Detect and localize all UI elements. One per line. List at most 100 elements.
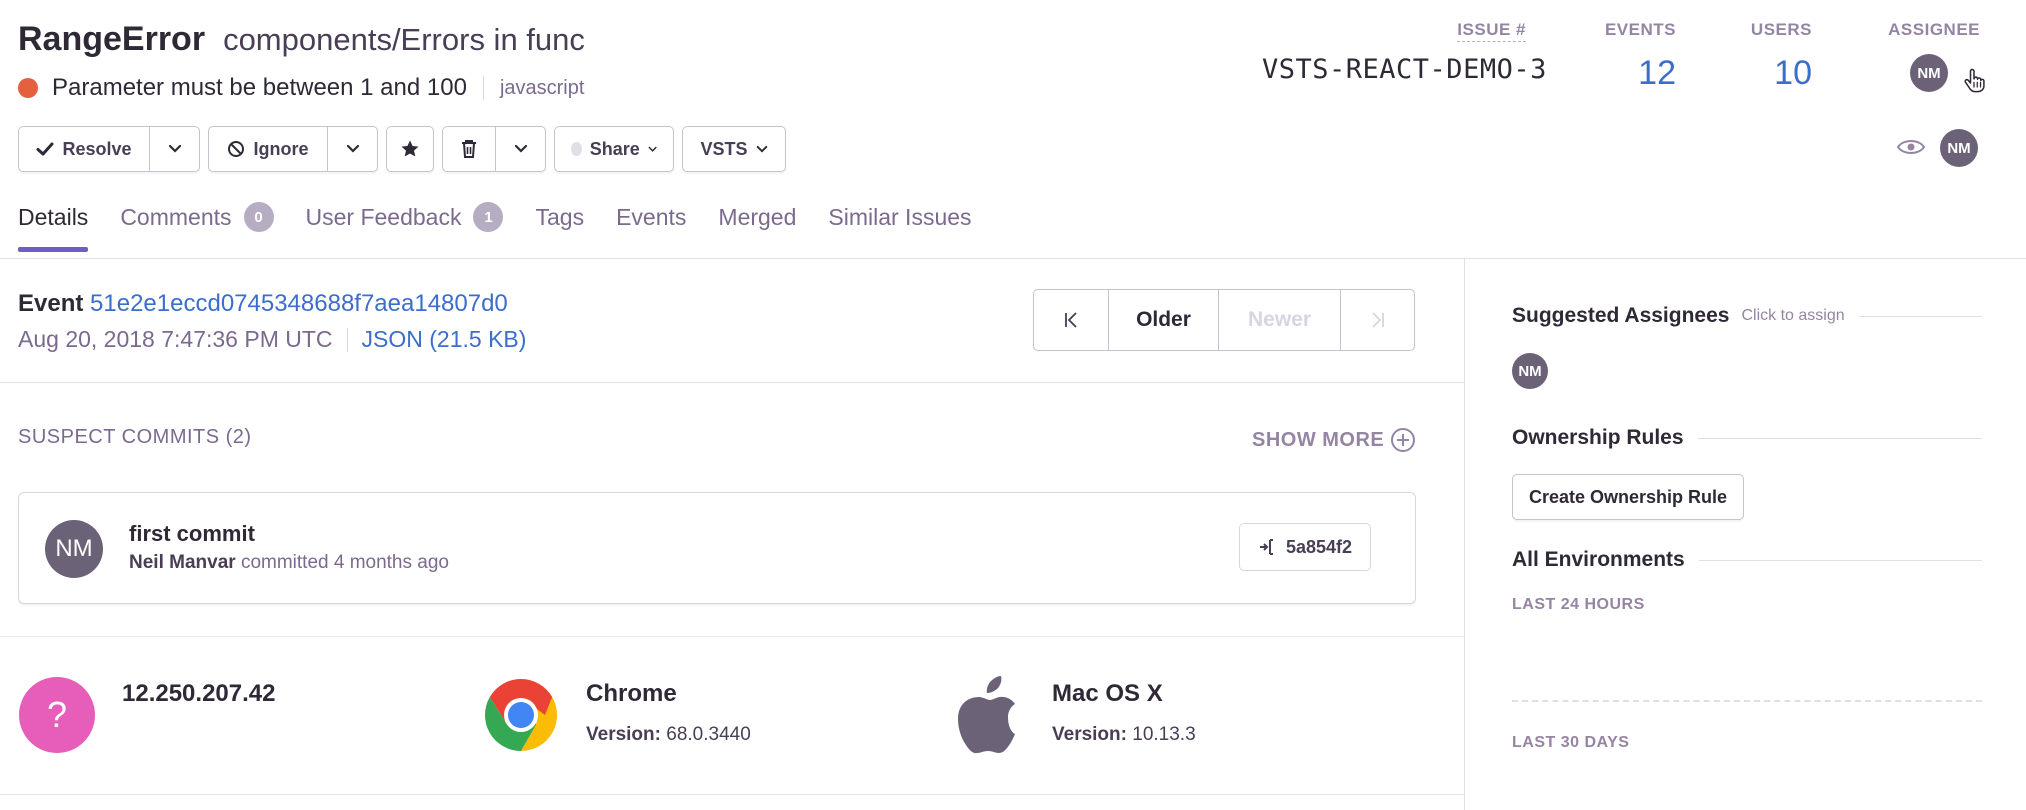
event-header: Event 51e2e1eccd0745348688f7aea14807d0 A…	[18, 290, 526, 353]
chevron-down-icon	[648, 146, 657, 152]
tab-label: Comments	[120, 203, 232, 230]
section-divider	[0, 382, 1464, 383]
create-ownership-rule-button[interactable]: Create Ownership Rule	[1512, 474, 1745, 520]
sidebar-divider	[1464, 259, 1465, 810]
bookmark-button[interactable]	[387, 127, 433, 171]
commit-author-avatar: NM	[45, 520, 103, 578]
show-more-button[interactable]: SHOW MORE	[1252, 427, 1416, 453]
suggested-assignees-header: Suggested Assignees Click to assign	[1512, 304, 1982, 328]
subscriber-avatar[interactable]: NM	[1940, 129, 1978, 167]
browser-context: Chrome Version: 68.0.3440	[482, 676, 751, 754]
tab-details[interactable]: Details	[18, 202, 89, 252]
last-page-icon	[1371, 312, 1384, 328]
delete-button[interactable]	[443, 127, 495, 171]
event-pager: Older Newer	[1033, 289, 1415, 351]
issue-title: RangeError components/Errors in func	[18, 20, 585, 59]
ignore-label: Ignore	[253, 138, 309, 159]
older-label: Older	[1136, 308, 1191, 331]
environments-title: All Environments	[1512, 548, 1685, 571]
ignore-dropdown-button[interactable]	[327, 127, 377, 171]
vsts-label: VSTS	[700, 138, 748, 159]
tab-label: Events	[616, 203, 687, 230]
commit-time: committed 4 months ago	[240, 552, 449, 573]
events-count[interactable]: 12	[1580, 54, 1676, 93]
commit-sha: 5a854f2	[1286, 536, 1353, 557]
older-event-button[interactable]: Older	[1108, 290, 1218, 350]
issue-message-row: Parameter must be between 1 and 100 java…	[18, 74, 584, 102]
share-button[interactable]: Share	[555, 127, 673, 171]
tabs-divider	[0, 258, 2026, 259]
suspect-commits-title: SUSPECT COMMITS (2)	[18, 426, 252, 448]
share-status-icon	[571, 142, 582, 156]
tab-merged[interactable]: Merged	[718, 202, 796, 250]
version-label: Version:	[1052, 724, 1127, 745]
share-label: Share	[589, 138, 640, 159]
vsts-button[interactable]: VSTS	[683, 127, 785, 171]
browser-name: Chrome	[586, 680, 677, 707]
divider	[482, 76, 484, 100]
chevron-down-icon	[168, 144, 181, 153]
ignore-button[interactable]: Ignore	[209, 127, 327, 171]
error-culprit: components/Errors in func	[223, 22, 585, 57]
platform-label: javascript	[499, 76, 585, 99]
tab-tags[interactable]: Tags	[535, 202, 584, 250]
oldest-event-button[interactable]	[1034, 290, 1108, 350]
divider	[1698, 559, 1982, 561]
delete-button-group	[442, 126, 546, 172]
tab-label: User Feedback	[305, 203, 462, 230]
empty-graph-baseline	[1512, 700, 1982, 702]
os-name: Mac OS X	[1052, 680, 1163, 707]
ignore-icon	[228, 141, 245, 157]
tab-label: Details	[18, 203, 89, 230]
ignore-button-group: Ignore	[208, 126, 378, 172]
star-icon	[401, 140, 419, 157]
suggested-assignees-title: Suggested Assignees	[1512, 304, 1730, 327]
commit-sha-button[interactable]: 5a854f2	[1239, 523, 1372, 571]
resolve-button-group: Resolve	[18, 126, 200, 172]
assignee-stat: ASSIGNEE	[1880, 20, 1980, 40]
eye-icon[interactable]	[1896, 136, 1926, 158]
unknown-user-icon: ?	[19, 677, 95, 753]
chevron-down-icon	[756, 145, 767, 153]
click-to-assign-hint: Click to assign	[1741, 307, 1845, 324]
issue-number-value: VSTS-REACT-DEMO-3	[1262, 54, 1547, 85]
ownership-rules-header: Ownership Rules	[1512, 426, 1982, 450]
event-id-link[interactable]: 51e2e1eccd0745348688f7aea14807d0	[90, 290, 508, 317]
tab-similar-issues[interactable]: Similar Issues	[828, 202, 971, 250]
tab-events[interactable]: Events	[616, 202, 686, 250]
section-divider	[0, 794, 1464, 795]
json-link[interactable]: JSON (21.5 KB)	[362, 326, 527, 353]
comments-count-badge: 0	[243, 202, 274, 232]
resolve-dropdown-button[interactable]	[149, 127, 199, 171]
commit-author: Neil Manvar	[129, 552, 236, 573]
chevron-down-icon	[514, 144, 527, 153]
feedback-count-badge: 1	[473, 202, 504, 232]
issue-actions: Resolve Ignore Share VSTS	[18, 126, 786, 172]
tab-comments[interactable]: Comments 0	[120, 202, 274, 250]
suggested-assignee-avatar[interactable]: NM	[1512, 353, 1548, 389]
tab-label: Similar Issues	[828, 203, 972, 230]
events-label: EVENTS	[1604, 20, 1676, 39]
first-page-icon	[1065, 312, 1077, 328]
chevron-down-icon	[346, 144, 359, 153]
event-date: Aug 20, 2018 7:47:36 PM UTC	[18, 326, 333, 352]
commit-row: NM first commit Neil Manvar committed 4 …	[18, 492, 1416, 604]
last-24-hours-label: LAST 24 HOURS	[1512, 596, 1645, 613]
resolve-button[interactable]: Resolve	[19, 127, 149, 171]
last-30-days-label: LAST 30 DAYS	[1512, 734, 1630, 751]
users-count[interactable]: 10	[1722, 54, 1812, 93]
browser-version: Version: 68.0.3440	[586, 724, 751, 746]
os-context: Mac OS X Version: 10.13.3	[948, 676, 1196, 754]
users-label: USERS	[1750, 20, 1812, 39]
version-label: Version:	[586, 724, 661, 745]
show-more-label: SHOW MORE	[1252, 428, 1385, 451]
issue-message: Parameter must be between 1 and 100	[52, 74, 467, 101]
user-ip: 12.250.207.42	[122, 680, 276, 707]
os-version: Version: 10.13.3	[1052, 724, 1196, 746]
vsts-button-group: VSTS	[682, 126, 786, 172]
user-context: ? 12.250.207.42	[18, 676, 275, 754]
delete-dropdown-button[interactable]	[495, 127, 545, 171]
tab-user-feedback[interactable]: User Feedback 1	[306, 202, 504, 250]
assignee-avatar[interactable]: NM	[1910, 54, 1948, 92]
issue-tabs: Details Comments 0 User Feedback 1 Tags Ev…	[18, 202, 972, 252]
